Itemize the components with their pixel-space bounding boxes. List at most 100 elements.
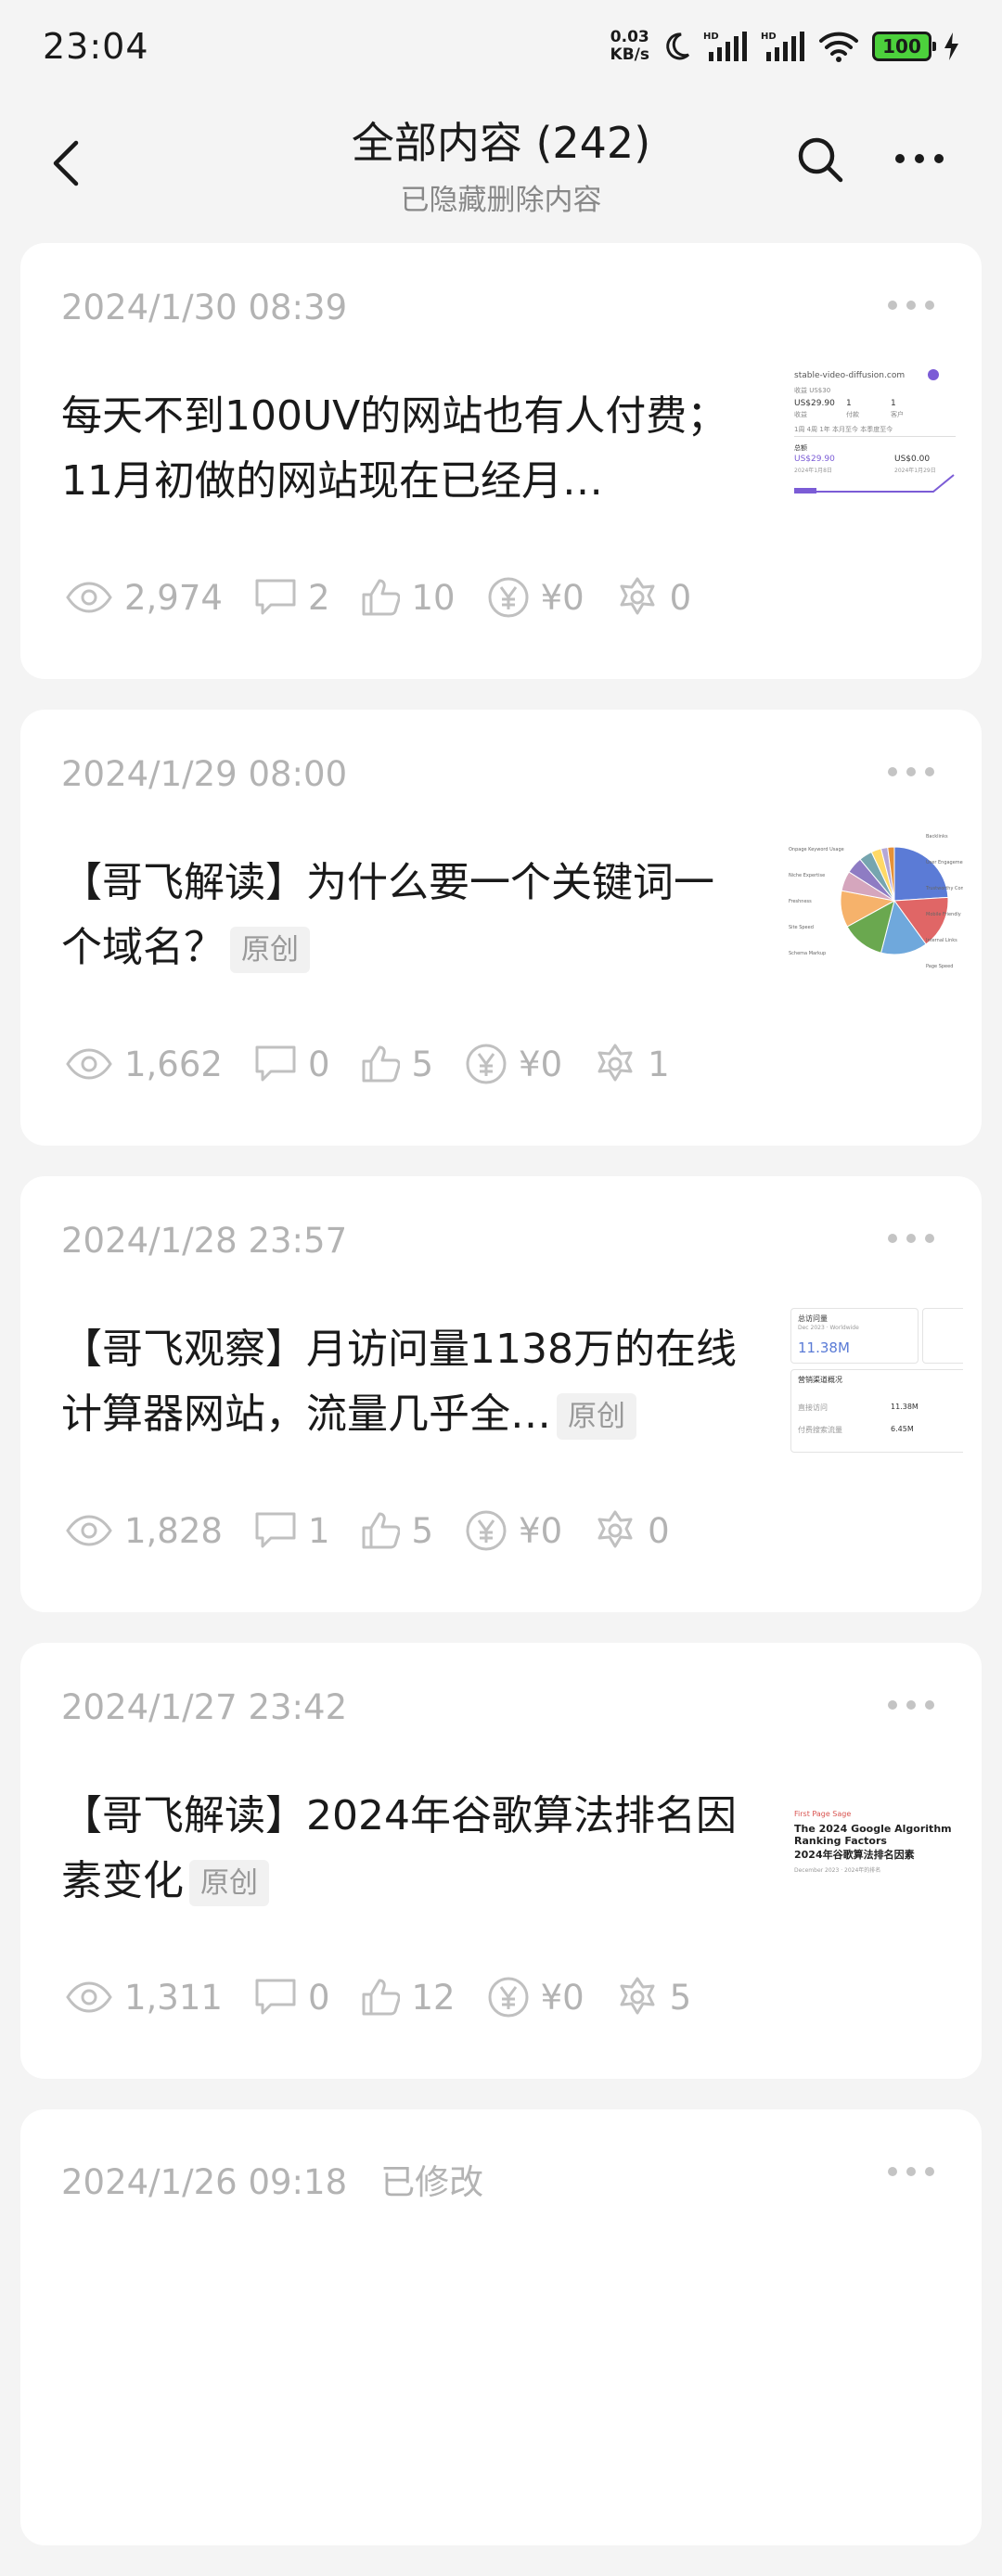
comments-stat: 1 <box>254 1511 329 1551</box>
thumb-text: 收益 US$30 <box>794 387 831 394</box>
post-card[interactable]: 2024/1/27 23:42 【哥飞解读】2024年谷歌算法排名因素变化 原创 … <box>20 1643 982 2079</box>
svg-text:HD: HD <box>703 32 719 42</box>
post-card[interactable]: 2024/1/26 09:18 已修改 <box>20 2109 982 2545</box>
post-date-text: 2024/1/28 23:57 <box>61 1221 348 1261</box>
thumb-text: 2024年谷歌算法排名因素 <box>794 1849 915 1861</box>
more-icon[interactable] <box>887 1698 935 1711</box>
post-date: 2024/1/28 23:57 <box>61 1221 347 1261</box>
shares-count: 0 <box>669 577 692 618</box>
wifi-icon <box>818 30 861 63</box>
pie-chart-thumbnail: Backlinks Onpage Keyword Usage User Engage… <box>789 834 963 969</box>
thumbs-up-icon <box>362 1512 401 1549</box>
thumb-text: US$29.90 <box>794 455 835 464</box>
thumb-text: 6.45M <box>891 1425 914 1433</box>
original-tag: 原创 <box>230 927 310 973</box>
thumbs-up-icon <box>362 1979 401 2016</box>
earnings-stat: ¥0 <box>487 1976 584 2019</box>
battery-icon: 100 <box>872 32 936 61</box>
thumb-url: stable-video-diffusion.com <box>794 371 906 380</box>
pie-label: Freshness <box>789 899 812 904</box>
search-button[interactable] <box>792 132 848 187</box>
thumb-text: US$29.90 <box>794 399 835 408</box>
earnings-stat: ¥0 <box>465 1043 562 1085</box>
pie-label: Trustworthy Content <box>925 886 963 891</box>
thumb-text: First Page Sage <box>794 1810 852 1818</box>
eye-icon <box>66 1515 112 1546</box>
views-stat: 1,311 <box>65 1978 223 2018</box>
share-star-icon <box>620 577 655 615</box>
more-icon[interactable] <box>887 299 935 312</box>
views-count: 1,828 <box>124 1510 223 1551</box>
post-title-text: 每天不到100UV的网站也有人付费；11月初做的网站现在已经月… <box>61 392 728 505</box>
page-title: 全部内容 (242) <box>351 118 651 168</box>
shares-stat: 0 <box>594 1509 670 1552</box>
comments-stat: 2 <box>254 577 330 618</box>
comments-count: 2 <box>307 577 330 618</box>
pie-slice <box>893 846 949 902</box>
more-options-button[interactable] <box>893 145 946 173</box>
likes-count: 12 <box>411 1977 456 2018</box>
share-star-icon <box>597 1510 633 1548</box>
charging-icon <box>943 32 959 61</box>
hidden-deleted-link[interactable]: 已隐藏删除内容 <box>0 176 1002 218</box>
thumb-text: December 2023 · 2024年的排名 <box>794 1867 881 1874</box>
signal-hd-icon: HD <box>703 30 750 63</box>
thumb-text: 营销渠道概况 <box>798 1376 842 1384</box>
post-stats: 1,662 0 5 ¥0 1 <box>65 1036 701 1092</box>
yen-icon <box>466 1044 507 1084</box>
comment-icon <box>255 1979 296 2015</box>
network-speed: 0.03 KB/s <box>610 29 649 64</box>
moon-icon <box>661 31 692 62</box>
earnings-amount: ¥0 <box>519 1510 563 1551</box>
svg-text:HD: HD <box>761 32 777 42</box>
post-card[interactable]: 2024/1/28 23:57 【哥飞观察】月访问量1138万的在线计算器网站，… <box>20 1176 982 1612</box>
post-stats: 1,311 0 12 ¥0 5 <box>65 1969 723 2025</box>
post-date-text: 2024/1/27 23:42 <box>61 1687 348 1727</box>
post-title: 【哥飞观察】月访问量1138万的在线计算器网站，流量几乎全… 原创 <box>61 1317 748 1447</box>
status-time: 23:04 <box>43 26 149 67</box>
thumb-panel <box>922 1308 963 1364</box>
post-card[interactable]: 2024/1/29 08:00 【哥飞解读】为什么要一个关键词一个域名？ 原创 B… <box>20 710 982 1146</box>
post-title: 【哥飞解读】为什么要一个关键词一个域名？ 原创 <box>61 851 748 980</box>
post-date-text: 2024/1/26 09:18 <box>61 2162 348 2202</box>
post-title: 每天不到100UV的网站也有人付费；11月初做的网站现在已经月… <box>61 384 748 514</box>
status-icons: 0.03 KB/s HD HD 100 <box>610 29 959 64</box>
pie-label: Niche Expertise <box>789 873 825 878</box>
thumb-text: The 2024 Google Algorithm Ranking Factor… <box>794 1823 952 1847</box>
likes-count: 5 <box>411 1044 434 1084</box>
thumb-text: 1周 4周 1年 本月至今 本季度至今 <box>794 426 893 433</box>
more-icon[interactable] <box>887 765 935 778</box>
more-icon[interactable] <box>887 1232 935 1245</box>
likes-count: 5 <box>411 1510 434 1551</box>
signal-hd-icon: HD <box>761 30 807 63</box>
comments-stat: 0 <box>254 1044 329 1084</box>
yen-icon <box>488 577 529 618</box>
comments-count: 0 <box>307 1977 330 2018</box>
likes-count: 10 <box>411 577 456 618</box>
comment-icon <box>255 1045 296 1082</box>
likes-stat: 5 <box>361 1511 433 1551</box>
eye-icon <box>66 582 112 613</box>
original-tag: 原创 <box>557 1393 636 1440</box>
post-title-text: 【哥飞解读】为什么要一个关键词一个域名？ <box>61 859 714 971</box>
top-app-bar: 全部内容 (242) 已隐藏删除内容 <box>0 93 1002 241</box>
more-icon[interactable] <box>887 2165 935 2178</box>
network-speed-value: 0.03 <box>610 28 649 46</box>
earnings-amount: ¥0 <box>540 1977 584 2018</box>
post-card[interactable]: 2024/1/30 08:39 每天不到100UV的网站也有人付费；11月初做的… <box>20 243 982 679</box>
thumb-text: Dec 2023 · Worldwide <box>798 1325 859 1331</box>
divider <box>794 436 956 437</box>
shares-count: 0 <box>648 1510 670 1551</box>
post-thumbnail: First Page Sage The 2024 Google Algorith… <box>787 1762 963 1938</box>
post-date: 2024/1/27 23:42 <box>61 1687 347 1727</box>
likes-stat: 5 <box>361 1044 433 1084</box>
thumb-text: 11.38M <box>891 1403 918 1411</box>
pie-label: User Engagement <box>926 860 963 865</box>
views-count: 1,311 <box>124 1977 223 2018</box>
post-title-text: 【哥飞解读】2024年谷歌算法排名因素变化 <box>61 1792 737 1904</box>
thumb-text: 11.38M <box>798 1339 850 1356</box>
status-bar: 23:04 0.03 KB/s HD HD 100 <box>0 0 1002 93</box>
post-date-text: 2024/1/30 08:39 <box>61 288 348 327</box>
views-count: 1,662 <box>124 1044 223 1084</box>
views-stat: 1,828 <box>65 1511 223 1551</box>
